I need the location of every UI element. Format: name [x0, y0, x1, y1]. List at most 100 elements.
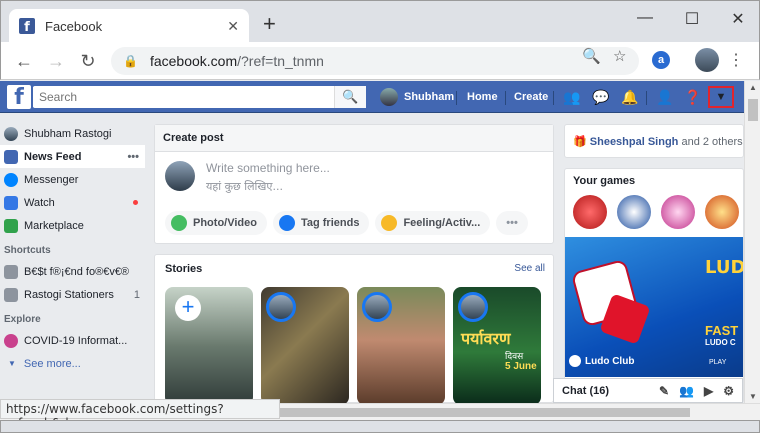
chevron-down-icon: ▼	[8, 359, 16, 368]
more-options-button[interactable]: •••	[496, 211, 528, 235]
composer-placeholder-en: Write something here...	[206, 161, 330, 175]
more-options-icon[interactable]: •••	[127, 151, 139, 163]
fb-search-input[interactable]	[33, 87, 334, 107]
shortcut-item[interactable]: B€$t f®¡€nd fo®€v€®	[0, 260, 150, 283]
lock-icon: 🔒	[123, 54, 138, 68]
zoom-icon[interactable]: 🔍	[582, 47, 601, 65]
avatar	[4, 126, 18, 141]
explore-heading: Explore	[4, 314, 41, 325]
new-message-icon[interactable]: ✎	[659, 384, 669, 398]
shortcut-count: 1	[133, 288, 140, 301]
game-icon[interactable]	[705, 195, 739, 229]
left-item-label: Marketplace	[24, 219, 84, 232]
divider	[456, 91, 457, 105]
left-item-messenger[interactable]: Messenger	[0, 168, 150, 191]
home-link[interactable]: Home	[467, 81, 498, 113]
birthday-card[interactable]: 🎁 Sheeshpal Singh and 2 others	[564, 124, 744, 158]
new-tab-icon[interactable]: +	[263, 13, 276, 35]
games-card: Your games LUDO FAST LUDO C Ludo Club PL…	[564, 168, 744, 403]
browser-toolbar: ← → ↻ 🔒 facebook.com/?ref=tn_tnmn 🔍 ☆ a …	[0, 42, 760, 80]
maximize-icon[interactable]: ☐	[682, 9, 702, 29]
story-avatar	[266, 292, 296, 322]
covid-info-icon	[4, 333, 18, 348]
notifications-icon[interactable]: 🔔	[619, 87, 641, 107]
games-title: Your games	[573, 175, 636, 187]
chat-settings-icon[interactable]: ⚙	[723, 384, 734, 398]
group-chat-icon[interactable]: 👥	[679, 384, 694, 398]
scroll-thumb[interactable]	[280, 408, 690, 417]
game-icon[interactable]	[617, 195, 651, 229]
bookmark-star-icon[interactable]: ☆	[613, 47, 626, 65]
left-item-watch[interactable]: Watch	[0, 191, 150, 214]
chat-bar[interactable]: Chat (16) ✎ 👥 ▶ ⚙	[553, 378, 743, 403]
minimize-icon[interactable]: —	[635, 9, 655, 27]
messenger-icon[interactable]: 💬	[590, 87, 612, 107]
composer-placeholder-hi: यहां कुछ लिखिए...	[206, 180, 283, 193]
scroll-down-icon[interactable]: ▼	[745, 392, 760, 401]
tab-title: Facebook	[45, 18, 103, 34]
window-bottom-frame	[0, 420, 760, 433]
smiley-icon	[381, 215, 398, 231]
watch-icon	[4, 195, 18, 210]
profile-name: Shubham	[404, 91, 455, 103]
video-call-icon[interactable]: ▶	[704, 384, 713, 398]
help-icon[interactable]: ❓	[682, 87, 704, 107]
facebook-logo-icon[interactable]: f	[7, 85, 31, 110]
status-bar-url: https://www.facebook.com/settings?ref=mb…	[0, 399, 280, 430]
explore-item[interactable]: COVID-19 Informat...	[0, 329, 150, 352]
vertical-scrollbar[interactable]: ▲ ▼	[744, 81, 760, 403]
see-more-link[interactable]: ▼ See more...	[0, 352, 150, 375]
create-label: Create	[514, 91, 549, 103]
tag-icon	[278, 215, 295, 231]
feeling-button[interactable]: Feeling/Activ...	[375, 211, 491, 235]
game-icon[interactable]	[573, 195, 607, 229]
notification-dot	[133, 200, 138, 205]
window-close-icon[interactable]: ✕	[728, 9, 748, 29]
browser-tab[interactable]: f Facebook ✕	[9, 9, 249, 43]
add-story[interactable]: +	[165, 287, 253, 405]
shortcut-label: B€$t f®¡€nd fo®€v€®	[24, 265, 130, 278]
extension-icon[interactable]: a	[652, 51, 670, 69]
scroll-up-icon[interactable]: ▲	[745, 83, 760, 92]
browser-tab-strip: f Facebook ✕ + — ☐ ✕	[0, 0, 760, 43]
composer-actions: Photo/Video Tag friends Feeling/Activ...…	[165, 211, 534, 235]
page-icon	[4, 287, 18, 302]
story-item[interactable]	[261, 287, 349, 405]
stories-card: Stories See all + पर्यावरण दिवस 5 June	[154, 254, 554, 405]
back-icon[interactable]: ←	[13, 50, 35, 72]
profile-link[interactable]: Shubham	[380, 81, 454, 113]
account-dropdown-icon[interactable]: ▼	[708, 86, 734, 108]
browser-profile-avatar[interactable]	[695, 48, 719, 72]
messenger-icon	[4, 172, 18, 187]
photo-video-button[interactable]: Photo/Video	[165, 211, 267, 235]
story-item[interactable]	[357, 287, 445, 405]
reload-icon[interactable]: ↻	[77, 50, 99, 72]
avatar	[165, 161, 195, 191]
facebook-header: f 🔍 Shubham Home Create 👥 💬 🔔 👤 ❓	[0, 81, 744, 113]
address-bar[interactable]: 🔒 facebook.com/?ref=tn_tnmn	[111, 47, 639, 75]
shortcut-item[interactable]: Rastogi Stationers 1	[0, 283, 150, 306]
find-friends-icon[interactable]: 👤	[654, 87, 676, 107]
left-item-marketplace[interactable]: Marketplace	[0, 214, 150, 237]
left-item-label: Watch	[24, 196, 55, 209]
scroll-thumb[interactable]	[748, 99, 758, 121]
story-item[interactable]: पर्यावरण दिवस 5 June	[453, 287, 541, 405]
close-tab-icon[interactable]: ✕	[227, 18, 239, 35]
ludo-club-icon	[569, 355, 581, 367]
tag-friends-button[interactable]: Tag friends	[272, 211, 370, 235]
post-composer[interactable]: Write something here... यहां कुछ लिखिए..…	[206, 161, 330, 194]
stories-title: Stories	[165, 263, 203, 275]
game-banner-logo: LUDO	[705, 257, 744, 278]
story-avatar	[458, 292, 488, 322]
browser-menu-icon[interactable]: ⋮	[728, 50, 744, 70]
see-all-link[interactable]: See all	[514, 263, 545, 274]
left-item-news-feed[interactable]: News Feed •••	[0, 145, 145, 168]
game-banner[interactable]: LUDO FAST LUDO C Ludo Club PLAY	[565, 237, 744, 377]
left-profile[interactable]: Shubham Rastogi	[0, 122, 150, 145]
birthday-rest: and 2 others	[681, 136, 743, 148]
friend-requests-icon[interactable]: 👥	[561, 87, 583, 107]
forward-icon[interactable]: →	[45, 50, 67, 72]
create-link[interactable]: Create	[514, 81, 548, 113]
search-icon[interactable]: 🔍	[334, 86, 366, 108]
game-icon[interactable]	[661, 195, 695, 229]
